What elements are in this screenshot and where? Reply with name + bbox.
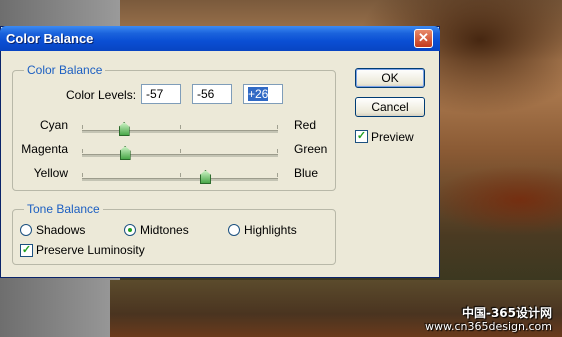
slider-label-red: Red: [294, 118, 317, 132]
slider-tick: [180, 149, 181, 153]
cancel-button[interactable]: Cancel: [355, 97, 425, 117]
color-balance-group-title: Color Balance: [24, 63, 106, 77]
slider-cyan-red[interactable]: [82, 122, 278, 136]
check-icon: ✓: [21, 244, 32, 256]
color-level-magenta-green-input[interactable]: -56: [192, 84, 232, 104]
slider-label-green: Green: [294, 142, 328, 156]
slider-tick: [82, 125, 83, 129]
watermark: 中国-365设计网 www.cn365design.com: [425, 306, 552, 334]
tone-balance-group-title: Tone Balance: [24, 202, 103, 216]
preserve-luminosity-checkbox[interactable]: ✓: [20, 244, 33, 257]
slider-label-blue: Blue: [294, 166, 319, 180]
dialog-title: Color Balance: [6, 31, 94, 46]
color-level-cyan-red-input[interactable]: -57: [141, 84, 181, 104]
slider-tick: [180, 173, 181, 177]
slider-tick: [277, 125, 278, 129]
slider-tick: [277, 149, 278, 153]
watermark-line1: 中国-365设计网: [461, 306, 552, 320]
check-icon: ✓: [356, 130, 367, 142]
color-levels-label: Color Levels:: [66, 88, 137, 102]
slider-magenta-green[interactable]: [82, 146, 278, 160]
preview-label[interactable]: Preview: [371, 130, 414, 144]
radio-label-shadows[interactable]: Shadows: [36, 223, 85, 237]
radio-label-midtones[interactable]: Midtones: [140, 223, 189, 237]
slider-tick: [82, 149, 83, 153]
radio-selected-dot: [128, 228, 132, 232]
slider-yellow-blue[interactable]: [82, 170, 278, 184]
slider-label-magenta: Magenta: [21, 142, 68, 156]
watermark-line2: www.cn365design.com: [425, 320, 552, 333]
slider-label-yellow: Yellow: [33, 166, 68, 180]
ok-button[interactable]: OK: [355, 68, 425, 88]
slider-tick: [180, 125, 181, 129]
color-level-yellow-blue-input[interactable]: +26: [243, 84, 283, 104]
slider-label-cyan: Cyan: [39, 118, 68, 132]
close-button[interactable]: ✕: [414, 29, 433, 48]
selected-text: +26: [248, 87, 269, 101]
radio-shadows[interactable]: [20, 224, 32, 236]
slider-tick: [277, 173, 278, 177]
preserve-luminosity-label[interactable]: Preserve Luminosity: [36, 243, 145, 257]
close-icon: ✕: [418, 30, 429, 45]
preview-checkbox[interactable]: ✓: [355, 130, 368, 143]
radio-midtones[interactable]: [124, 224, 136, 236]
radio-label-highlights[interactable]: Highlights: [244, 223, 297, 237]
radio-highlights[interactable]: [228, 224, 240, 236]
slider-tick: [82, 173, 83, 177]
